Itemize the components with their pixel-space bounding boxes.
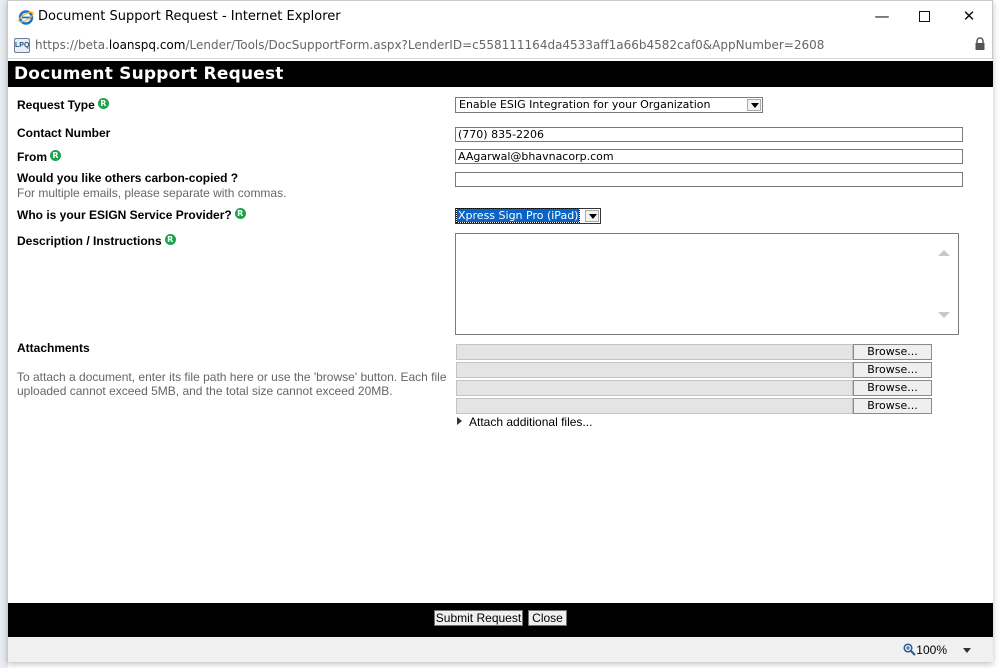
status-bar: 100%	[8, 637, 993, 662]
popup-window: Document Support Request - Internet Expl…	[7, 0, 993, 662]
expand-triangle-icon	[457, 417, 462, 425]
window-title: Document Support Request - Internet Expl…	[38, 9, 341, 24]
title-bar: Document Support Request - Internet Expl…	[8, 1, 992, 32]
browse-button-3[interactable]: Browse...	[853, 380, 932, 396]
esign-provider-select[interactable]: Xpress Sign Pro (iPad)	[455, 208, 601, 224]
attachments-hint: To attach a document, enter its file pat…	[17, 370, 447, 398]
attach-additional-files-label: Attach additional files...	[469, 415, 593, 429]
url-path: /Lender/Tools/DocSupportForm.aspx?Lender…	[185, 38, 825, 52]
description-label: Description / Instructions R	[17, 234, 176, 248]
zoom-level[interactable]: 100%	[916, 643, 947, 657]
submit-request-button[interactable]: Submit Request	[434, 610, 523, 626]
url-text[interactable]: https://beta.loanspq.com/Lender/Tools/Do…	[35, 38, 824, 52]
file-path-input-3[interactable]	[456, 380, 853, 396]
form-header: Document Support Request	[8, 61, 993, 87]
file-path-input-1[interactable]	[456, 344, 853, 360]
site-favicon-icon: LPQ	[14, 38, 30, 53]
required-icon: R	[164, 234, 176, 245]
required-icon: R	[234, 208, 246, 219]
browse-button-4[interactable]: Browse...	[853, 398, 932, 414]
from-email-field[interactable]: AAgarwal@bhavnacorp.com	[455, 149, 963, 164]
scroll-down-icon[interactable]	[938, 312, 950, 318]
contact-number-field[interactable]: (770) 835-2206	[455, 127, 963, 142]
browse-button-1[interactable]: Browse...	[853, 344, 932, 360]
url-prefix: https://beta.	[35, 38, 109, 52]
zoom-dropdown-icon[interactable]	[963, 648, 971, 653]
cc-label: Would you like others carbon-copied ?	[17, 171, 239, 185]
page-content: Document Support Request Request Type R E…	[8, 59, 993, 637]
esign-provider-label-text: Who is your ESIGN Service Provider?	[17, 208, 232, 222]
contact-number-label: Contact Number	[17, 126, 111, 140]
attachments-label: Attachments	[17, 341, 90, 355]
esign-provider-label: Who is your ESIGN Service Provider? R	[17, 208, 246, 222]
attach-additional-files-link[interactable]: Attach additional files...	[457, 415, 592, 429]
required-icon: R	[97, 98, 109, 109]
file-path-input-4[interactable]	[456, 398, 853, 414]
address-bar: LPQ https://beta.loanspq.com/Lender/Tool…	[8, 32, 992, 59]
internet-explorer-icon	[18, 10, 34, 25]
request-type-value: Enable ESIG Integration for your Organiz…	[459, 98, 711, 111]
request-type-select[interactable]: Enable ESIG Integration for your Organiz…	[455, 97, 763, 113]
scroll-up-icon[interactable]	[938, 250, 950, 256]
maximize-button[interactable]	[901, 1, 947, 32]
from-label-text: From	[17, 150, 47, 164]
description-label-text: Description / Instructions	[17, 234, 162, 248]
zoom-icon[interactable]	[903, 643, 916, 656]
form-title: Document Support Request	[14, 64, 284, 84]
chevron-down-icon	[585, 210, 599, 222]
required-icon: R	[50, 150, 61, 161]
cc-hint: For multiple emails, please separate wit…	[17, 186, 287, 200]
form-footer: Submit Request Close	[8, 603, 993, 637]
request-type-label-text: Request Type	[17, 98, 95, 112]
cc-email-field[interactable]	[455, 172, 963, 187]
url-domain: loanspq.com	[108, 38, 186, 52]
browse-button-2[interactable]: Browse...	[853, 362, 932, 378]
chevron-down-icon	[747, 99, 761, 111]
maximize-icon	[918, 11, 930, 22]
from-label: From R	[17, 150, 61, 164]
esign-provider-value: Xpress Sign Pro (iPad)	[455, 208, 581, 223]
close-window-button[interactable]: ✕	[946, 1, 992, 32]
lock-icon[interactable]	[974, 37, 986, 51]
file-path-input-2[interactable]	[456, 362, 853, 378]
minimize-button[interactable]: —	[859, 1, 905, 32]
close-button[interactable]: Close	[528, 610, 567, 626]
description-textarea[interactable]	[455, 233, 959, 335]
request-type-label: Request Type R	[17, 98, 109, 112]
